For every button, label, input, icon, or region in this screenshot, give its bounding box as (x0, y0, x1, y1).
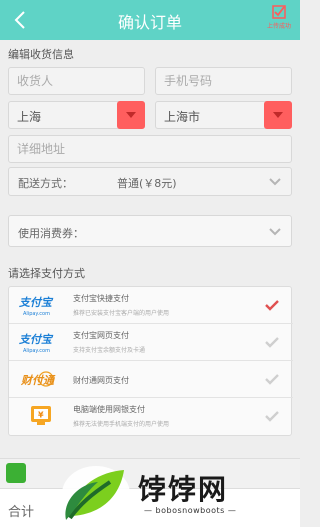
header-bar: 确认订单 上传成功 (0, 0, 300, 40)
check-icon (265, 374, 279, 385)
tenpay-logo: 财付通 (17, 365, 65, 393)
phone-field[interactable] (155, 67, 292, 95)
voucher-select[interactable]: 使用消费券： (8, 215, 292, 247)
city-select[interactable]: 上海市 (155, 101, 292, 129)
receiver-input[interactable] (9, 68, 144, 94)
triangle-down-icon (126, 112, 136, 118)
delivery-value: 普通(￥8元) (117, 177, 177, 190)
svg-text:Alipay.com: Alipay.com (23, 348, 50, 354)
svg-text:Alipay.com: Alipay.com (23, 311, 50, 317)
delivery-label: 配送方式： (18, 177, 73, 190)
receiver-field[interactable] (8, 67, 145, 95)
payment-method-name: 财付通网页支付 (73, 376, 129, 385)
alipay-logo: 支付宝 Alipay.com (17, 291, 65, 319)
city-value: 上海市 (164, 110, 201, 124)
province-value: 上海 (17, 110, 42, 124)
payment-method-list: 支付宝 Alipay.com 支付宝快捷支付 推荐已安装支付宝客户端的用户使用 … (8, 286, 293, 436)
voucher-label: 使用消费券： (18, 227, 84, 240)
province-dropdown-button[interactable] (117, 101, 145, 129)
province-select[interactable]: 上海 (8, 101, 145, 129)
payment-section-title: 请选择支付方式 (8, 267, 85, 280)
check-icon (265, 337, 279, 348)
footer: 合计 饽饽网 — bobosnowboots — (0, 458, 300, 527)
svg-text:支付宝: 支付宝 (18, 333, 54, 346)
detail-address-field[interactable] (8, 135, 292, 163)
payment-method-alipay-web[interactable]: 支付宝 Alipay.com 支付宝网页支付 支持支付宝余额支付及卡通 (9, 324, 293, 361)
phone-input[interactable] (156, 68, 291, 94)
wechat-icon (6, 463, 26, 483)
payment-method-alipay-quick[interactable]: 支付宝 Alipay.com 支付宝快捷支付 推荐已安装支付宝客户端的用户使用 (9, 287, 293, 324)
watermark-title: 饽饽网 (138, 473, 229, 506)
payment-method-tenpay[interactable]: 财付通 财付通网页支付 (9, 361, 293, 398)
detail-address-input[interactable] (9, 136, 291, 162)
alipay-logo: 支付宝 Alipay.com (17, 328, 65, 356)
page-title: 确认订单 (117, 13, 182, 32)
svg-text:支付宝: 支付宝 (18, 296, 54, 309)
chevron-down-icon (269, 178, 281, 186)
triangle-down-icon (273, 112, 283, 118)
payment-method-desc: 推荐无法使用手机端支付的用户使用 (73, 421, 170, 428)
check-icon (265, 411, 279, 422)
delivery-select[interactable]: 配送方式： 普通(￥8元) (8, 167, 292, 196)
checkbox-icon (272, 5, 286, 19)
upload-status[interactable]: 上传成功 (262, 4, 296, 31)
total-label: 合计 (8, 505, 35, 520)
payment-method-desc: 支持支付宝余额支付及卡通 (73, 347, 146, 354)
leaf-logo-icon (62, 466, 130, 522)
upload-status-label: 上传成功 (266, 23, 291, 30)
check-icon-selected (265, 300, 279, 311)
watermark-subtitle: — bobosnowboots — (144, 506, 237, 515)
payment-method-name: 电脑端使用网银支付 (73, 405, 145, 414)
svg-text:¥: ¥ (38, 411, 44, 420)
payment-method-name: 支付宝快捷支付 (73, 294, 129, 303)
bank-card-icon: ¥ (17, 402, 65, 430)
watermark: 饽饽网 — bobosnowboots — (58, 462, 298, 526)
city-dropdown-button[interactable] (264, 101, 292, 129)
svg-text:财付通: 财付通 (20, 374, 56, 387)
payment-method-name: 支付宝网页支付 (73, 331, 129, 340)
payment-method-bank[interactable]: ¥ 电脑端使用网银支付 推荐无法使用手机端支付的用户使用 (9, 398, 293, 435)
payment-method-desc: 推荐已安装支付宝客户端的用户使用 (73, 310, 170, 317)
chevron-down-icon (269, 228, 281, 236)
address-section-title: 编辑收货信息 (8, 48, 74, 61)
